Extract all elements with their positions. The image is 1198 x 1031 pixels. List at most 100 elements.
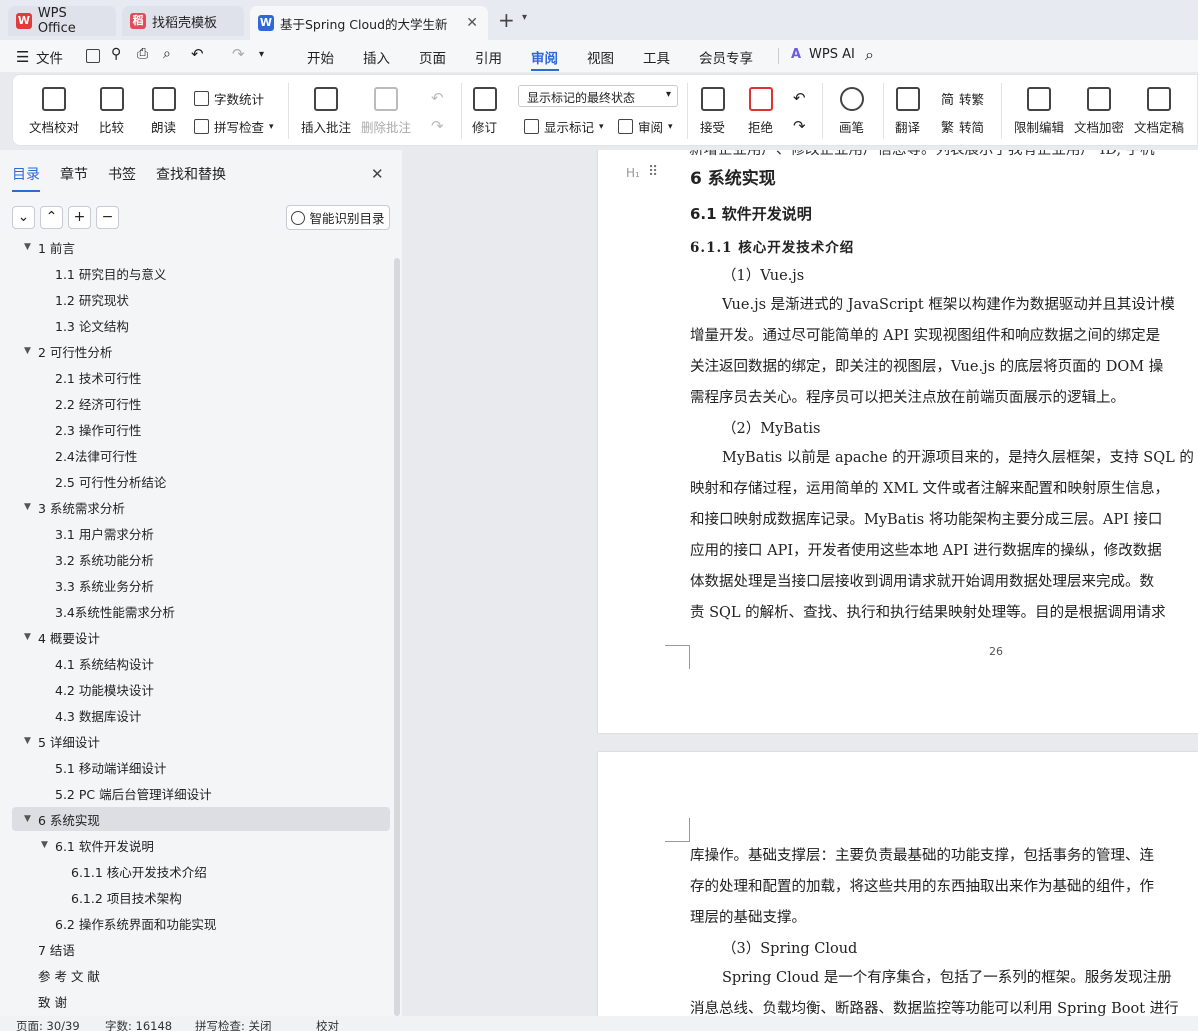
toc-item[interactable]: 4.2 功能模块设计 [12, 677, 390, 701]
toc-item[interactable]: ▼ 1 前言 [12, 235, 390, 259]
toc-item[interactable]: 2.3 操作可行性 [12, 417, 390, 441]
heading-style-icon[interactable]: H₁ [626, 166, 640, 180]
toc-item[interactable]: 1.2 研究现状 [12, 287, 390, 311]
to-simplified-button[interactable]: 繁 转简 [941, 117, 984, 136]
expand-arrow-icon[interactable]: ▼ [24, 736, 31, 746]
menu-tools[interactable]: 工具 [643, 47, 670, 67]
doc-check-button[interactable]: 文档校对 [29, 87, 79, 136]
close-icon[interactable]: ✕ [371, 165, 384, 183]
toc-item[interactable]: 4.1 系统结构设计 [12, 651, 390, 675]
wps-ai-button[interactable]: WPS AI [809, 47, 855, 62]
show-markup-button[interactable]: 显示标记 ▾ [524, 117, 604, 136]
toc-item[interactable]: 6.1.2 项目技术架构 [12, 885, 390, 909]
accept-button[interactable]: 接受 [700, 87, 725, 136]
revise-button[interactable]: 修订 [472, 87, 497, 136]
new-tab-icon[interactable]: + [498, 8, 515, 32]
toc-item[interactable]: ▼ 4 概要设计 [12, 625, 390, 649]
word-count-indicator[interactable]: 字数: 16148 [105, 1018, 172, 1031]
toc-item[interactable]: 7 结语 [12, 937, 390, 961]
reject-button[interactable]: 拒绝 [748, 87, 773, 136]
menu-review[interactable]: 审阅 [531, 47, 558, 67]
toc-item[interactable]: 3.2 系统功能分析 [12, 547, 390, 571]
compare-button[interactable]: 比较 [99, 87, 124, 136]
toc-item[interactable]: 2.1 技术可行性 [12, 365, 390, 389]
share-icon[interactable]: ⚲ [111, 46, 121, 62]
pen-button[interactable]: 画笔 [839, 87, 864, 136]
toc-item[interactable]: 5.2 PC 端后台管理详细设计 [12, 781, 390, 805]
toc-item[interactable]: 6.2 操作系统界面和功能实现 [12, 911, 390, 935]
more-chevron-icon[interactable]: ▾ [259, 49, 264, 60]
remove-heading-icon[interactable]: − [96, 206, 119, 229]
toc-item[interactable]: 2.2 经济可行性 [12, 391, 390, 415]
restrict-edit-button[interactable]: 限制编辑 [1014, 87, 1064, 136]
print-icon[interactable]: ⎙ [137, 46, 148, 62]
word-count-button[interactable]: 字数统计 [194, 89, 264, 108]
toc-item[interactable]: 6.1.1 核心开发技术介绍 [12, 859, 390, 883]
collapse-up-icon[interactable]: ⌃ [40, 206, 63, 229]
toc-item[interactable]: 1.3 论文结构 [12, 313, 390, 337]
preview-icon[interactable]: ⌕ [163, 46, 171, 62]
markup-state-select[interactable]: 显示标记的最终状态 ▾ [518, 85, 678, 107]
page-indicator[interactable]: 页面: 30/39 [16, 1018, 80, 1031]
menu-view[interactable]: 视图 [587, 47, 614, 67]
undo-icon[interactable]: ↶ [191, 45, 204, 63]
toc-item[interactable]: 3.3 系统业务分析 [12, 573, 390, 597]
menu-insert[interactable]: 插入 [363, 47, 390, 67]
tab-find-replace[interactable]: 查找和替换 [156, 164, 226, 184]
sidebar-scrollbar[interactable] [394, 258, 400, 1016]
delete-comment-button[interactable]: 删除批注 [361, 87, 411, 136]
tab-bookmarks[interactable]: 书签 [108, 164, 136, 184]
hamburger-icon[interactable]: ☰ [16, 48, 29, 66]
toc-item[interactable]: 2.4法律可行性 [12, 443, 390, 467]
expand-arrow-icon[interactable]: ▼ [24, 632, 31, 642]
toc-item[interactable]: 3.4系统性能需求分析 [12, 599, 390, 623]
prev-comment-icon[interactable]: ↶ [431, 89, 444, 107]
toc-item[interactable]: 2.5 可行性分析结论 [12, 469, 390, 493]
next-change-icon[interactable]: ↷ [793, 117, 806, 135]
toc-item[interactable]: 5.1 移动端详细设计 [12, 755, 390, 779]
tab-toc[interactable]: 目录 [12, 164, 40, 192]
smart-toc-button[interactable]: 智能识别目录 [286, 205, 390, 230]
drag-handle-icon[interactable]: ⠿ [648, 164, 658, 180]
toc-item[interactable]: ▼ 6 系统实现 [12, 807, 390, 831]
tab-close-icon[interactable]: ✕ [466, 15, 478, 31]
tab-template[interactable]: 稻 找稻壳模板 [122, 6, 244, 36]
menu-page[interactable]: 页面 [419, 47, 446, 67]
expand-arrow-icon[interactable]: ▼ [24, 242, 31, 252]
toc-item[interactable]: 致 谢 [12, 989, 390, 1013]
expand-arrow-icon[interactable]: ▼ [41, 840, 48, 850]
to-traditional-button[interactable]: 简 转繁 [941, 89, 984, 108]
proofread-status[interactable]: 校对 [316, 1018, 339, 1031]
review-pane-button[interactable]: 审阅 ▾ [618, 117, 673, 136]
save-icon[interactable] [86, 49, 100, 63]
toc-item[interactable]: ▼ 2 可行性分析 [12, 339, 390, 363]
toc-item[interactable]: ▼ 3 系统需求分析 [12, 495, 390, 519]
expand-arrow-icon[interactable]: ▼ [24, 346, 31, 356]
toc-item[interactable]: 3.1 用户需求分析 [12, 521, 390, 545]
toc-item[interactable]: 4.3 数据库设计 [12, 703, 390, 727]
redo-icon[interactable]: ↷ [232, 45, 245, 63]
collapse-down-icon[interactable]: ⌄ [12, 206, 35, 229]
tab-document[interactable]: W 基于Spring Cloud的大学生新 ✕ [250, 6, 488, 40]
expand-arrow-icon[interactable]: ▼ [24, 502, 31, 512]
toc-item[interactable]: 参 考 文 献 [12, 963, 390, 987]
tab-sections[interactable]: 章节 [60, 164, 88, 184]
tab-wps-office[interactable]: W WPS Office [8, 6, 116, 36]
menu-reference[interactable]: 引用 [475, 47, 502, 67]
toc-item[interactable]: ▼ 5 详细设计 [12, 729, 390, 753]
menu-start[interactable]: 开始 [307, 47, 334, 67]
insert-comment-button[interactable]: 插入批注 [301, 87, 351, 136]
toc-item[interactable]: 1.1 研究目的与意义 [12, 261, 390, 285]
add-heading-icon[interactable]: + [68, 206, 91, 229]
menu-member[interactable]: 会员专享 [699, 47, 753, 67]
finalize-button[interactable]: 文档定稿 [1134, 87, 1184, 136]
spell-check-status[interactable]: 拼写检查: 关闭 [195, 1018, 272, 1031]
encrypt-button[interactable]: 文档加密 [1074, 87, 1124, 136]
translate-button[interactable]: 翻译 [895, 87, 920, 136]
toc-item[interactable]: ▼ 6.1 软件开发说明 [12, 833, 390, 857]
next-comment-icon[interactable]: ↷ [431, 117, 444, 135]
file-menu[interactable]: 文件 [36, 47, 63, 67]
search-icon[interactable]: ⌕ [865, 45, 874, 65]
chevron-down-icon[interactable]: ▾ [522, 12, 527, 23]
read-aloud-button[interactable]: 朗读 [151, 87, 176, 136]
